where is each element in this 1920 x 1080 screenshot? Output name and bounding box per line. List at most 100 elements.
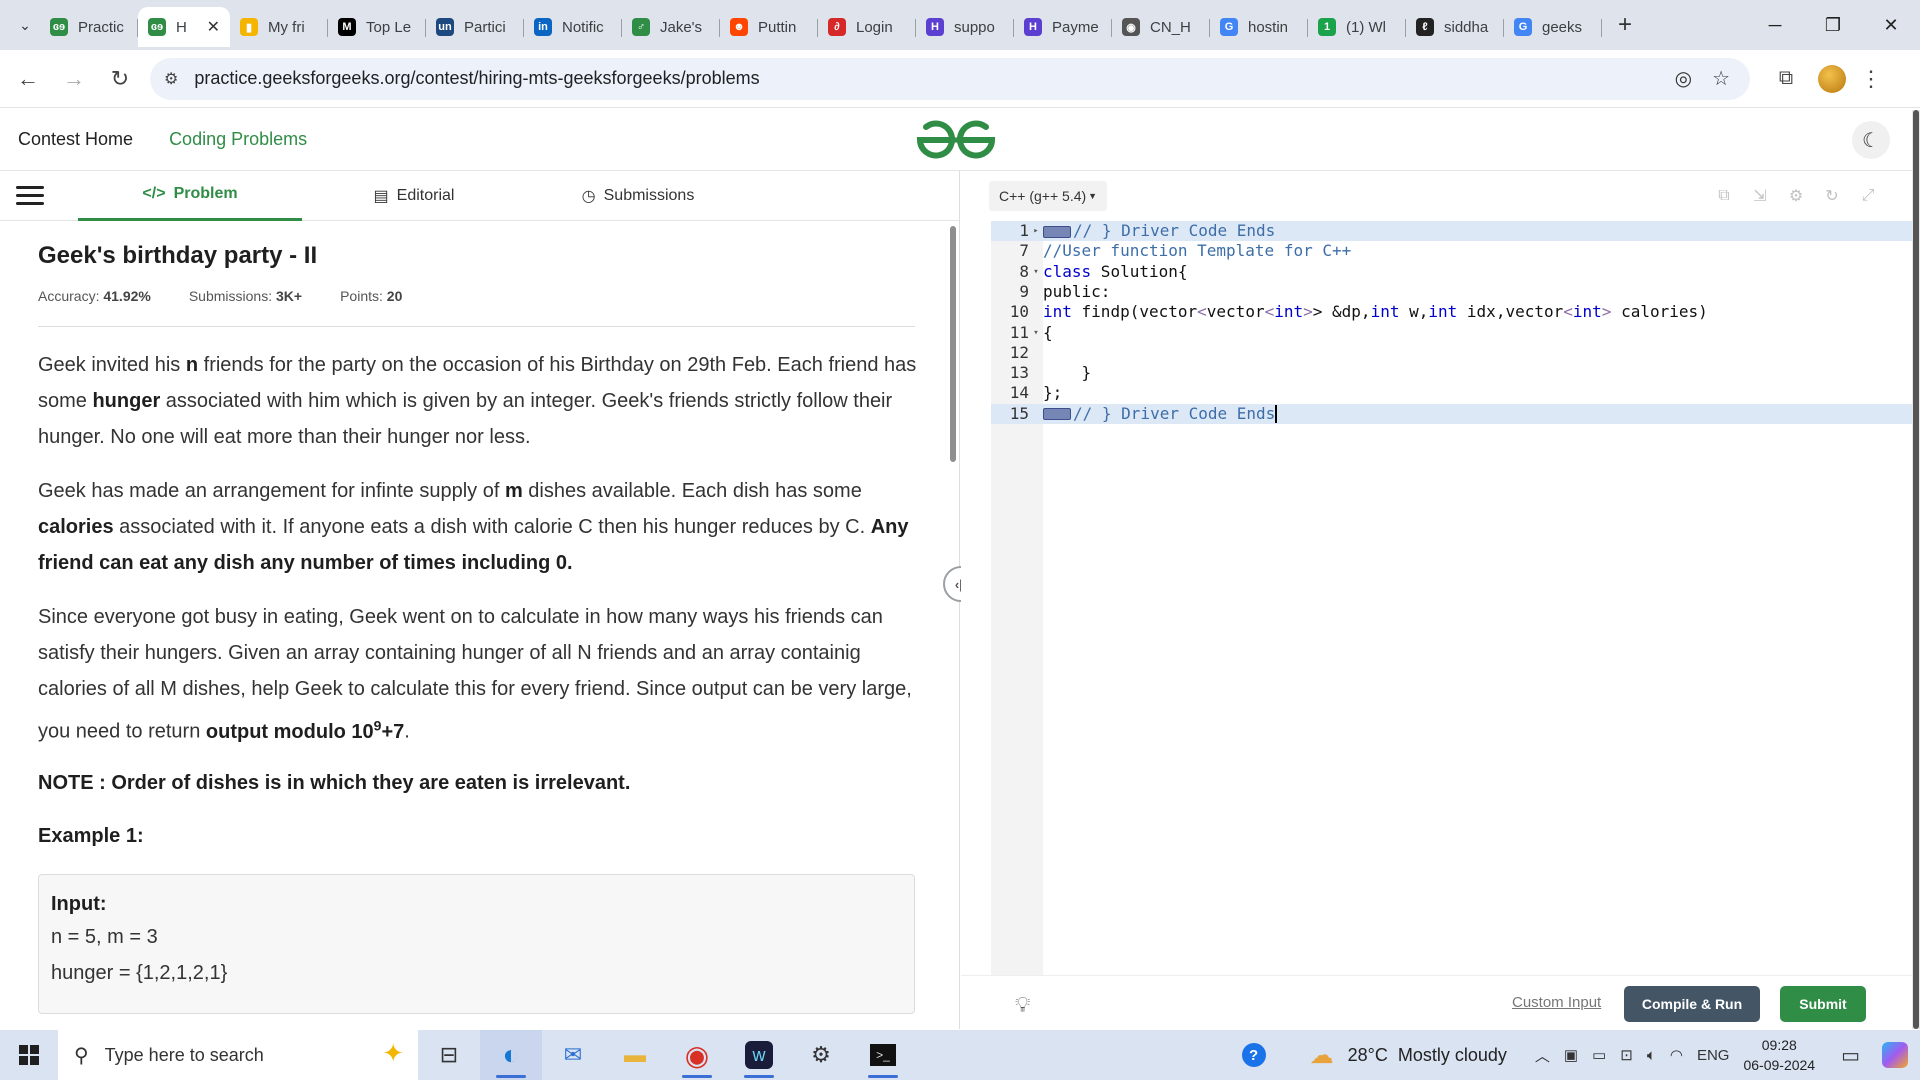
problem-scrollbar[interactable] bbox=[947, 222, 959, 1029]
code-line[interactable]: 11 ▾{ bbox=[991, 323, 1920, 343]
copy-icon[interactable]: ⧉ bbox=[1714, 186, 1734, 206]
browser-tab[interactable]: 1 (1) Wl bbox=[1308, 7, 1406, 47]
reset-icon[interactable]: ↻ bbox=[1822, 186, 1842, 206]
browser-tab[interactable]: ☻ Puttin bbox=[720, 7, 818, 47]
lightbulb-icon[interactable]: 💡︎ bbox=[1015, 992, 1030, 1018]
restore-icon[interactable]: ❐ bbox=[1804, 0, 1862, 50]
code-line[interactable]: 12 bbox=[991, 343, 1920, 363]
copilot-icon[interactable] bbox=[1882, 1042, 1908, 1068]
browser-tab[interactable]: Hsuppo bbox=[916, 7, 1014, 47]
close-tab-icon[interactable]: ✕ bbox=[207, 17, 220, 37]
taskbar-search[interactable]: ⚲ Type here to search ✦ bbox=[58, 1030, 418, 1080]
google-icon: G bbox=[1514, 18, 1532, 36]
site-info-icon[interactable]: ⚙ bbox=[164, 69, 178, 89]
code-editor[interactable]: 1 ▸// } Driver Code Ends 7//User function … bbox=[991, 221, 1920, 976]
tab-problem[interactable]: </> Problem bbox=[78, 171, 302, 221]
browser-tab[interactable]: Ghostin bbox=[1210, 7, 1308, 47]
code-line[interactable]: 13 } bbox=[991, 363, 1920, 383]
eye-slash-icon[interactable]: ◎ bbox=[1675, 66, 1692, 91]
profile-avatar[interactable] bbox=[1818, 64, 1846, 93]
display-icon[interactable]: ⊡ bbox=[1620, 1046, 1633, 1064]
windows-start-icon[interactable] bbox=[0, 1030, 58, 1080]
problem-scrollbar-thumb[interactable] bbox=[950, 226, 956, 462]
new-tab-button[interactable]: + bbox=[1610, 10, 1640, 40]
edge-icon[interactable]: ◐ bbox=[480, 1030, 542, 1080]
language-select[interactable]: C++ (g++ 5.4) ▼ bbox=[989, 181, 1108, 211]
browser-tab[interactable]: ♂ Jake's bbox=[622, 7, 720, 47]
coding-problems-link[interactable]: Coding Problems bbox=[169, 129, 307, 150]
code-line[interactable]: 1 ▸// } Driver Code Ends bbox=[991, 221, 1920, 241]
browser-menu-icon[interactable]: ⋮ bbox=[1860, 66, 1882, 92]
battery-icon[interactable]: ▭ bbox=[1592, 1046, 1606, 1064]
custom-input-link[interactable]: Custom Input bbox=[1512, 994, 1601, 1011]
code-line[interactable]: 9 public: bbox=[991, 282, 1920, 302]
folded-code-marker-icon[interactable] bbox=[1043, 408, 1071, 421]
wifi-icon[interactable]: ◠ bbox=[1670, 1046, 1683, 1064]
forward-icon[interactable]: → bbox=[56, 61, 92, 97]
browser-tab[interactable]: M Top Le bbox=[328, 7, 426, 47]
folded-code-marker-icon[interactable] bbox=[1043, 225, 1071, 238]
browser-tab[interactable]: ∂ Login bbox=[818, 7, 916, 47]
fullscreen-icon[interactable]: ⤢ bbox=[1858, 186, 1878, 206]
task-view-icon[interactable]: ⊟ bbox=[418, 1030, 480, 1080]
gfg-logo-icon[interactable] bbox=[914, 118, 998, 162]
url-text[interactable]: practice.geeksforgeeks.org/contest/hirin… bbox=[194, 68, 1674, 89]
extensions-icon[interactable]: ⧉ bbox=[1768, 61, 1804, 97]
browser-tab[interactable]: ◉ CN_H bbox=[1112, 7, 1210, 47]
bookmark-star-icon[interactable]: ☆ bbox=[1712, 66, 1730, 91]
code-line[interactable]: 7 //User function Template for C++ bbox=[991, 241, 1920, 261]
code-line[interactable]: 8 ▾ class Solution{ bbox=[991, 262, 1920, 282]
address-bar[interactable]: ⚙ practice.geeksforgeeks.org/contest/hir… bbox=[150, 57, 1750, 100]
meet-icon[interactable]: ▣ bbox=[1564, 1046, 1578, 1064]
mail-icon[interactable]: ✉ bbox=[542, 1030, 604, 1080]
settings-app-icon[interactable]: ⚙ bbox=[790, 1030, 852, 1080]
tab-editorial[interactable]: ▤ Editorial bbox=[302, 171, 526, 221]
fold-toggle-icon[interactable]: ▸ bbox=[1029, 221, 1043, 241]
close-window-icon[interactable]: ✕ bbox=[1862, 0, 1920, 50]
browser-tab[interactable]: ɞɘ H ✕ bbox=[138, 7, 230, 47]
chevron-up-icon[interactable]: ︿ bbox=[1535, 1045, 1550, 1066]
dark-mode-toggle-icon[interactable]: ☾ bbox=[1852, 121, 1890, 159]
help-icon[interactable]: ? bbox=[1241, 1043, 1266, 1067]
reload-icon[interactable]: ↻ bbox=[102, 61, 138, 97]
fold-toggle-icon[interactable]: ▾ bbox=[1029, 323, 1043, 343]
import-file-icon[interactable]: ⇲ bbox=[1750, 186, 1770, 206]
compile-run-button[interactable]: Compile & Run bbox=[1624, 986, 1760, 1022]
browser-tab-title: H bbox=[176, 18, 187, 36]
browser-tab-title: (1) Wl bbox=[1346, 18, 1386, 36]
browser-tab[interactable]: un Partici bbox=[426, 7, 524, 47]
problem-content[interactable]: Geek's birthday party - II Accuracy: 41.… bbox=[0, 222, 948, 1029]
browser-tab[interactable]: ▮ My fri bbox=[230, 7, 328, 47]
browser-tab[interactable]: ɞɘ Practic bbox=[40, 7, 138, 47]
tab-submissions[interactable]: ◷ Submissions bbox=[526, 171, 750, 221]
tab-search-icon[interactable]: ⌄ bbox=[10, 10, 40, 40]
code-line[interactable]: 15 // } Driver Code Ends bbox=[991, 403, 1920, 424]
file-explorer-icon[interactable]: ▬ bbox=[604, 1030, 666, 1080]
browser-tab[interactable]: ℓ siddha bbox=[1406, 7, 1504, 47]
settings-icon[interactable]: ⚙ bbox=[1786, 186, 1806, 206]
hamburger-menu-icon[interactable] bbox=[16, 181, 44, 210]
submit-button[interactable]: Submit bbox=[1780, 986, 1866, 1022]
contest-home-link[interactable]: Contest Home bbox=[18, 129, 133, 150]
chrome-icon[interactable]: ◉ bbox=[666, 1030, 728, 1080]
browser-tab[interactable]: Ggeeks bbox=[1504, 7, 1602, 47]
notification-icon[interactable]: ▭ bbox=[1841, 1043, 1860, 1068]
text-cursor bbox=[1275, 405, 1278, 424]
browser-tab[interactable]: in Notific bbox=[524, 7, 622, 47]
volume-icon[interactable]: 🔈︎ bbox=[1647, 1047, 1656, 1064]
fold-toggle-icon[interactable]: ▾ bbox=[1029, 262, 1043, 282]
language-indicator[interactable]: ENG bbox=[1697, 1047, 1730, 1064]
weather-widget[interactable]: ☁ 28°C Mostly cloudy bbox=[1310, 1041, 1507, 1070]
code-line[interactable]: 14}; bbox=[991, 383, 1920, 403]
code-text: class Solution{ bbox=[1043, 261, 1188, 281]
minimize-icon[interactable]: ─ bbox=[1746, 0, 1804, 50]
page-scrollbar[interactable] bbox=[1912, 110, 1920, 1029]
browser-tab[interactable]: H Payme bbox=[1014, 7, 1112, 47]
clock[interactable]: 09:28 06-09-2024 bbox=[1743, 1035, 1815, 1075]
code-line[interactable]: 10 int findp(vector<vector<int>> &dp,int … bbox=[991, 302, 1920, 322]
editor-footer: 💡︎ Custom Input Compile & Run Submit bbox=[961, 975, 1920, 1029]
terminal-icon[interactable]: >_ bbox=[852, 1030, 914, 1080]
back-icon[interactable]: ← bbox=[10, 61, 46, 97]
page-scrollbar-thumb[interactable] bbox=[1913, 110, 1919, 1029]
webex-icon[interactable]: w bbox=[728, 1030, 790, 1080]
